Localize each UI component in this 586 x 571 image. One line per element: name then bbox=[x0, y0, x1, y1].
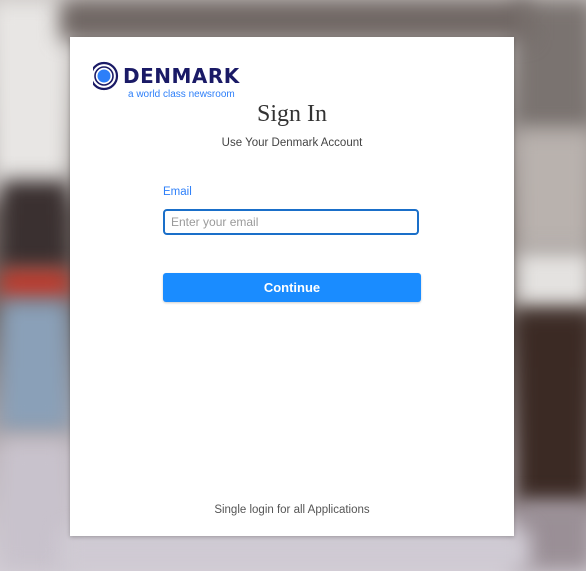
page-subtitle: Use Your Denmark Account bbox=[221, 137, 363, 149]
signin-card: DENMARK a world class newsroom Sign In U… bbox=[70, 37, 514, 536]
bg-shape bbox=[514, 310, 586, 510]
footer-note: Single login for all Applications bbox=[214, 504, 370, 516]
bg-shape bbox=[0, 300, 70, 430]
brand-tagline: a world class newsroom bbox=[128, 89, 235, 100]
bg-shape bbox=[514, 130, 586, 250]
bg-shape bbox=[0, 270, 70, 300]
email-field[interactable] bbox=[163, 209, 419, 235]
denmark-d-logo-icon bbox=[90, 61, 119, 91]
bg-shape bbox=[0, 180, 70, 270]
page-title: Sign In bbox=[256, 101, 327, 127]
bg-shape bbox=[514, 250, 586, 310]
continue-button[interactable]: Continue bbox=[163, 273, 421, 302]
bg-shape bbox=[60, 0, 530, 40]
brand-name: DENMARK bbox=[123, 64, 240, 88]
bg-shape bbox=[60, 530, 530, 571]
email-label: Email bbox=[163, 186, 192, 198]
